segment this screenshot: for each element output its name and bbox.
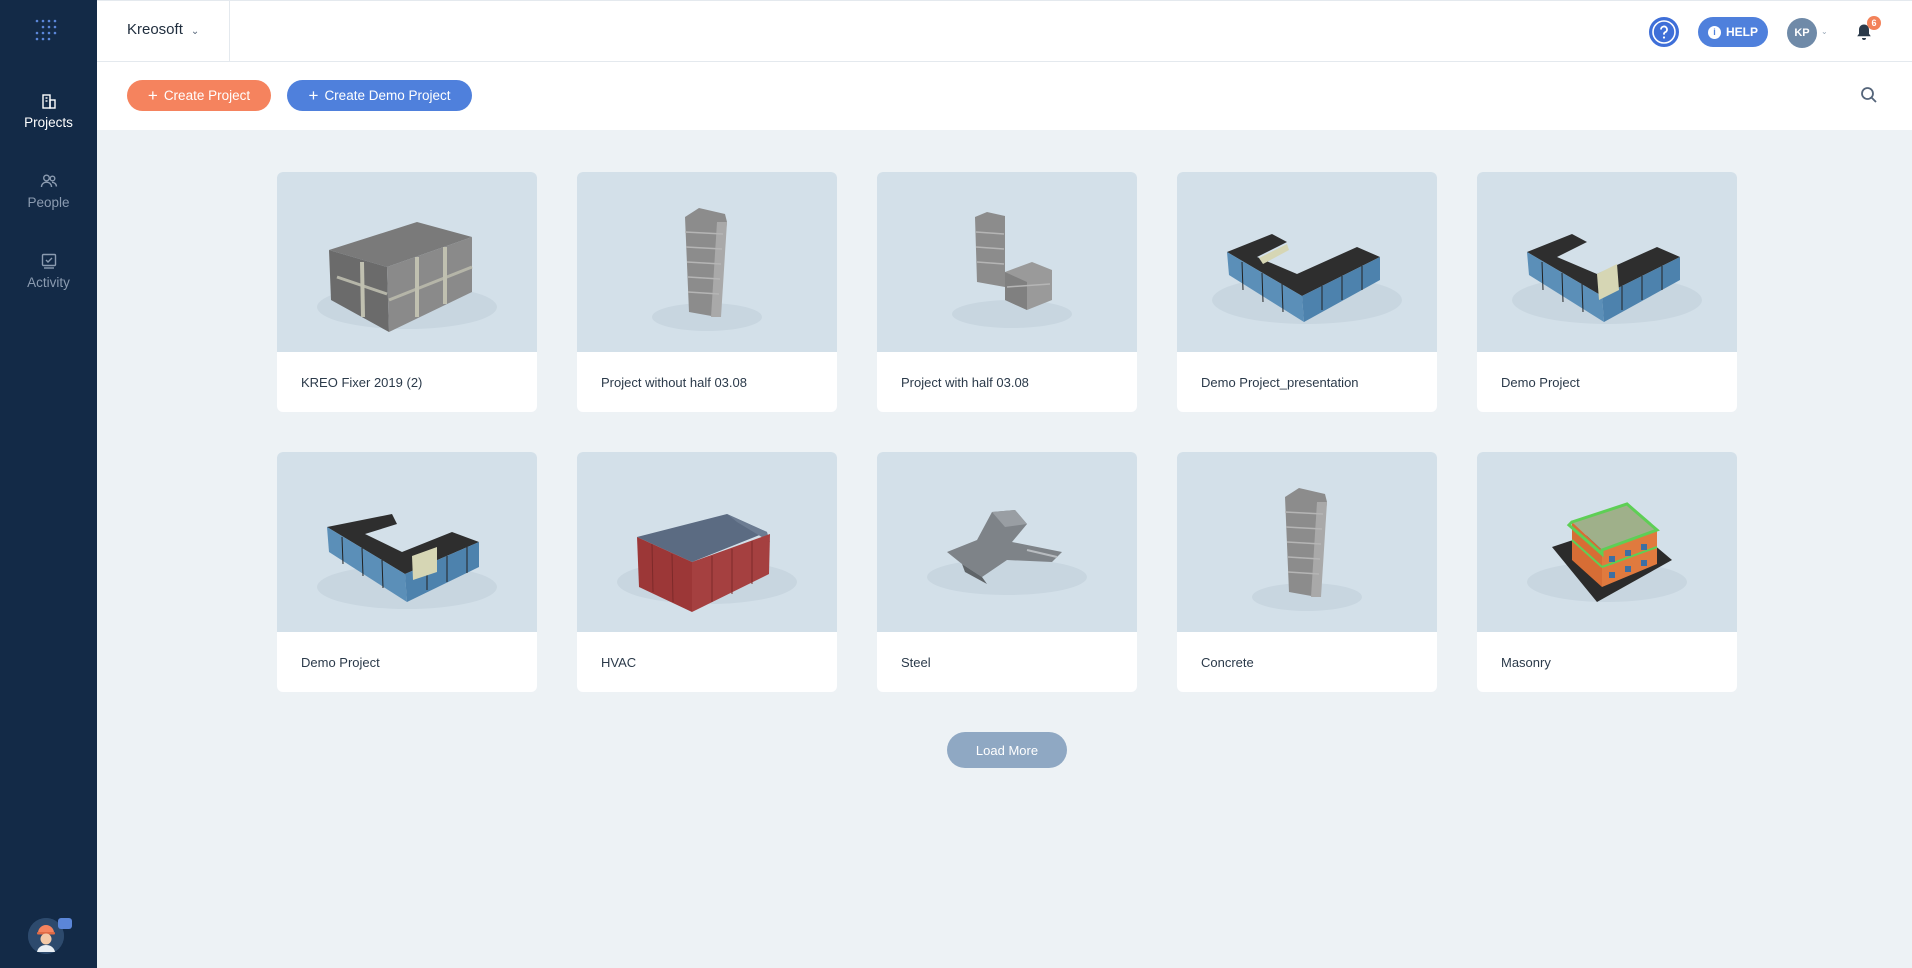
sidebar-item-label: Projects bbox=[24, 115, 73, 130]
masonry-building-model-icon bbox=[1527, 502, 1687, 602]
l-shape-building-model-icon bbox=[317, 514, 497, 609]
plus-icon: + bbox=[147, 86, 158, 105]
project-card[interactable]: Demo Project_presentation bbox=[1177, 172, 1437, 412]
create-project-button[interactable]: + Create Project bbox=[127, 80, 271, 111]
user-avatar[interactable]: KP bbox=[1787, 18, 1817, 48]
sidebar-item-activity[interactable]: Activity bbox=[0, 252, 97, 292]
project-title: HVAC bbox=[601, 655, 637, 670]
project-title: Demo Project_presentation bbox=[1201, 375, 1359, 390]
load-more-button[interactable]: Load More bbox=[947, 732, 1067, 768]
project-card[interactable]: Masonry bbox=[1477, 452, 1737, 692]
notification-count-badge: 6 bbox=[1867, 16, 1881, 30]
project-thumbnail bbox=[277, 452, 537, 632]
activity-icon bbox=[41, 253, 56, 269]
project-thumbnail bbox=[1177, 172, 1437, 352]
project-title: Concrete bbox=[1201, 655, 1254, 670]
company-name: Kreosoft bbox=[127, 21, 183, 38]
project-title: Masonry bbox=[1501, 655, 1551, 670]
project-thumbnail bbox=[1477, 172, 1737, 352]
project-card[interactable]: Demo Project bbox=[277, 452, 537, 692]
help-button[interactable]: i HELP bbox=[1698, 17, 1768, 47]
company-selector[interactable]: Kreosoft ⌄ bbox=[127, 21, 199, 38]
sidebar-item-label: People bbox=[27, 195, 70, 210]
search-icon[interactable] bbox=[1860, 86, 1878, 104]
tower-model-icon bbox=[1252, 488, 1362, 611]
sidebar-item-people[interactable]: People bbox=[0, 172, 97, 212]
l-shape-building-model-icon bbox=[1512, 234, 1702, 324]
warehouse-model-icon bbox=[617, 514, 797, 612]
header-divider bbox=[229, 1, 230, 62]
project-title: Demo Project bbox=[301, 655, 380, 670]
chat-bubble-icon[interactable] bbox=[58, 918, 72, 929]
building-model-icon bbox=[317, 222, 497, 332]
tower-model-icon bbox=[652, 208, 762, 331]
project-thumbnail bbox=[277, 172, 537, 352]
create-demo-label: Create Demo Project bbox=[324, 88, 451, 103]
project-card[interactable]: Project with half 03.08 bbox=[877, 172, 1137, 412]
kreo-logo-icon[interactable] bbox=[34, 18, 60, 44]
project-title: Project without half 03.08 bbox=[601, 375, 747, 390]
project-thumbnail bbox=[577, 172, 837, 352]
project-title: KREO Fixer 2019 (2) bbox=[301, 375, 423, 390]
project-thumbnail bbox=[877, 172, 1137, 352]
project-card[interactable]: Demo Project bbox=[1477, 172, 1737, 412]
create-project-label: Create Project bbox=[163, 88, 251, 103]
project-card[interactable]: Concrete bbox=[1177, 452, 1437, 692]
create-demo-project-button[interactable]: + Create Demo Project bbox=[287, 80, 472, 111]
project-card[interactable]: HVAC bbox=[577, 452, 837, 692]
project-title: Steel bbox=[901, 655, 931, 670]
sidebar-item-label: Activity bbox=[27, 275, 70, 290]
chevron-down-icon[interactable]: ⌄ bbox=[1821, 27, 1828, 36]
sidebar-item-projects[interactable]: Projects bbox=[0, 92, 97, 132]
project-thumbnail bbox=[1177, 452, 1437, 632]
l-shape-building-model-icon bbox=[1212, 234, 1402, 324]
question-icon bbox=[1652, 20, 1676, 44]
project-title: Project with half 03.08 bbox=[901, 375, 1029, 390]
plus-icon: + bbox=[308, 86, 319, 105]
tower-annex-model-icon bbox=[952, 212, 1072, 328]
chevron-down-icon: ⌄ bbox=[190, 26, 200, 37]
toolbar: + Create Project + Create Demo Project bbox=[97, 62, 1912, 130]
project-card[interactable]: Project without half 03.08 bbox=[577, 172, 837, 412]
help-label: HELP bbox=[1725, 25, 1758, 39]
project-thumbnail bbox=[877, 452, 1137, 632]
building-icon bbox=[41, 94, 56, 109]
question-button[interactable] bbox=[1649, 17, 1679, 47]
project-title: Demo Project bbox=[1501, 375, 1580, 390]
people-icon bbox=[40, 174, 57, 188]
project-card[interactable]: KREO Fixer 2019 (2) bbox=[277, 172, 537, 412]
top-header: Kreosoft ⌄ i HELP KP ⌄ 6 bbox=[97, 0, 1912, 62]
project-thumbnail bbox=[1477, 452, 1737, 632]
info-icon: i bbox=[1707, 25, 1721, 39]
project-thumbnail bbox=[577, 452, 837, 632]
project-card[interactable]: Steel bbox=[877, 452, 1137, 692]
steel-frame-model-icon bbox=[927, 510, 1087, 595]
sidebar: Projects People Activity bbox=[0, 0, 97, 968]
